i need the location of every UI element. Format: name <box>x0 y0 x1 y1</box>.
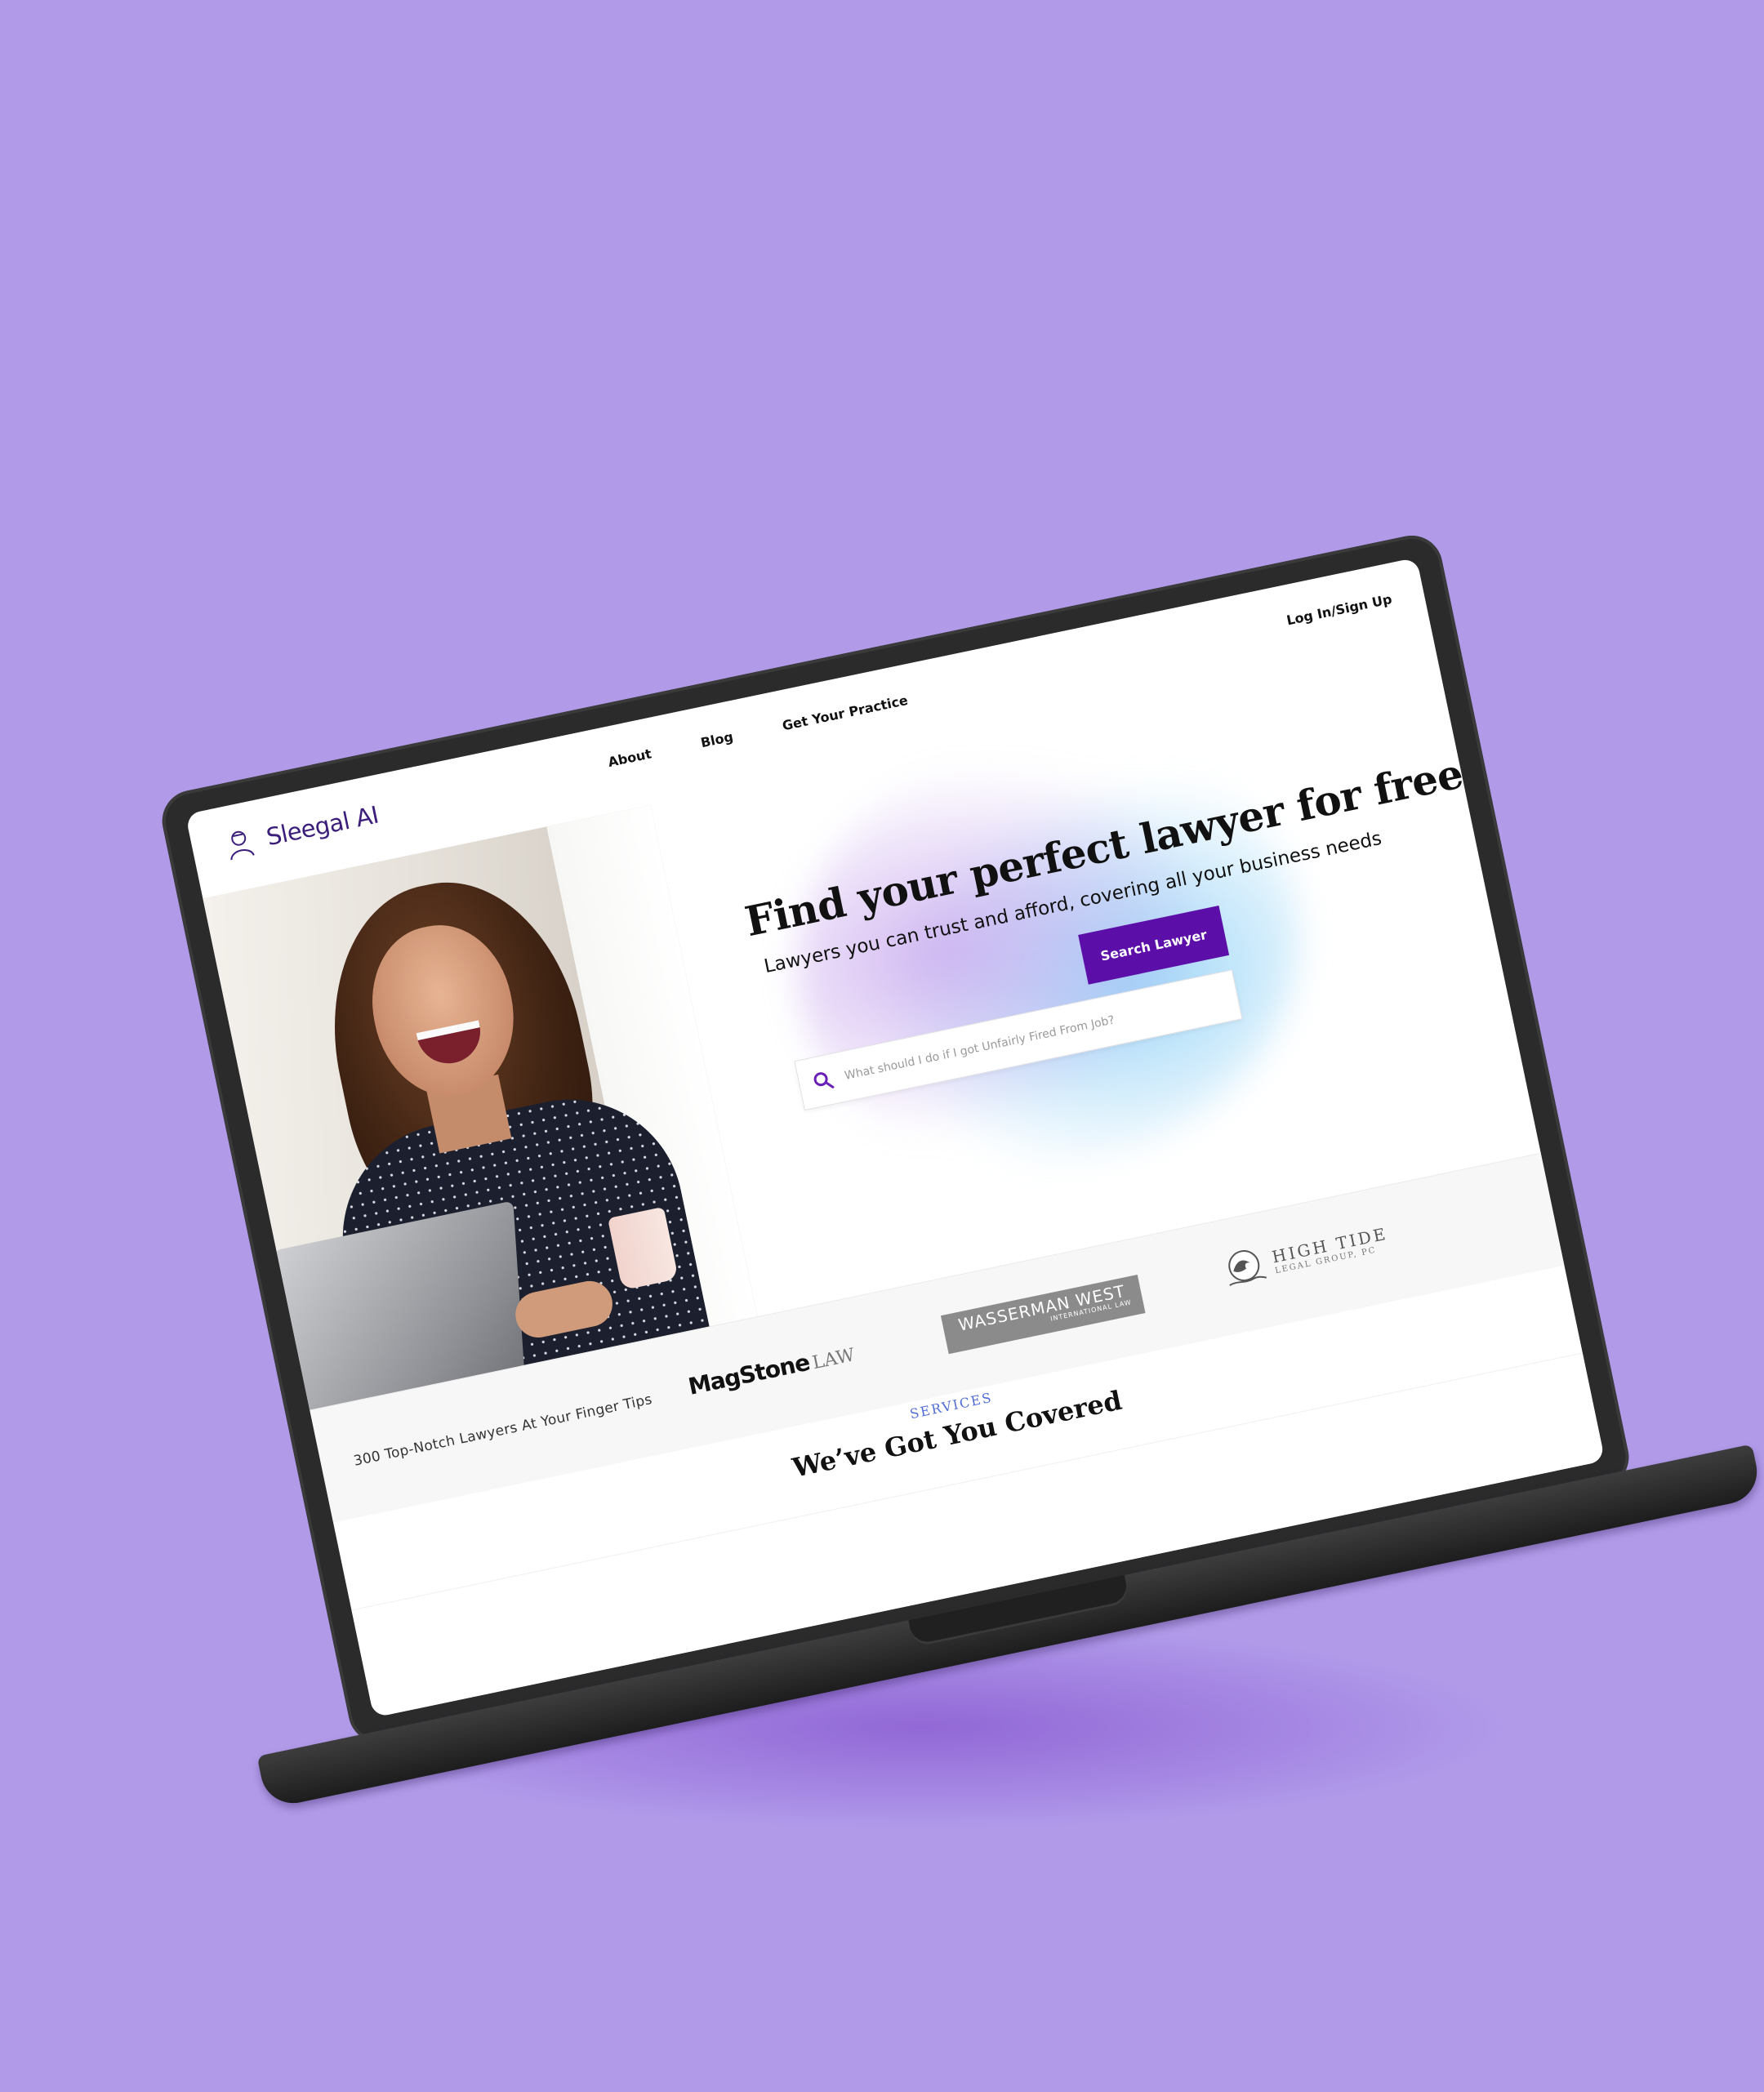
magstone-main: MagStone <box>685 1348 813 1400</box>
nav-links: About Blog Get Your Practice <box>607 692 910 770</box>
wasserman-west-logo: WASSERMAN WEST INTERNATIONAL LAW <box>940 1274 1146 1355</box>
login-signup-link[interactable]: Log In/Sign Up <box>1285 591 1393 628</box>
wave-emblem-icon <box>1228 1250 1267 1286</box>
site-logo[interactable]: Sleegal AI <box>220 799 381 863</box>
nav-blog[interactable]: Blog <box>699 729 734 751</box>
brand-name: Sleegal AI <box>264 800 381 852</box>
hero-photo <box>203 804 758 1410</box>
high-tide-wordmark: HIGH TIDE LEGAL GROUP, PC <box>1270 1223 1391 1275</box>
laptop-mockup: Sleegal AI About Blog Get Your Practice … <box>0 0 1764 2092</box>
search-icon <box>813 1072 835 1088</box>
lawyers-count-tagline: 300 Top-Notch Lawyers At Your Finger Tip… <box>352 1391 654 1470</box>
lawyer-avatar-icon <box>230 830 255 861</box>
nav-about[interactable]: About <box>607 746 653 770</box>
high-tide-logo: HIGH TIDE LEGAL GROUP, PC <box>1219 1217 1392 1293</box>
magstone-law-logo: MagStoneLAW <box>686 1339 857 1400</box>
magstone-suffix: LAW <box>810 1345 857 1374</box>
nav-get-your-practice[interactable]: Get Your Practice <box>781 692 909 734</box>
